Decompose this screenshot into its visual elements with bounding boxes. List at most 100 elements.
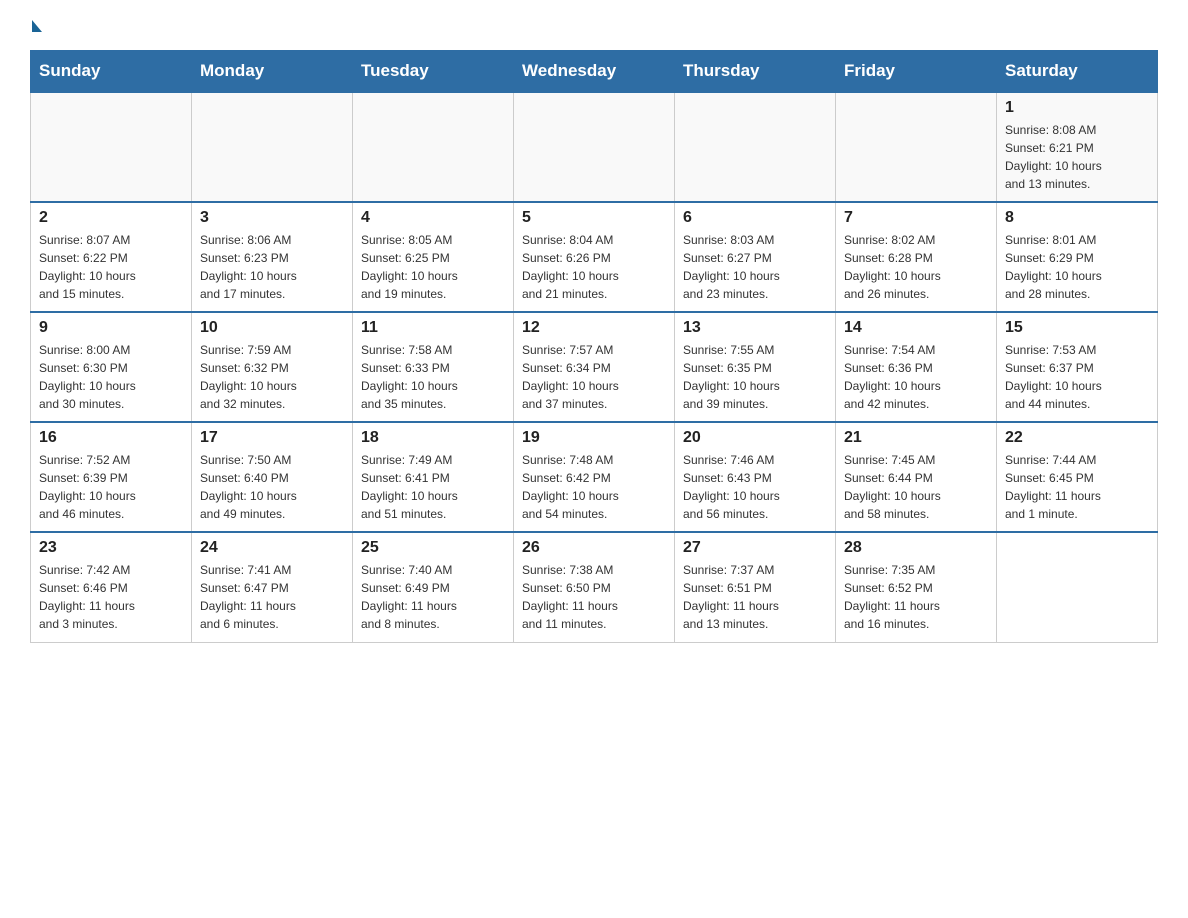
calendar-cell: [192, 92, 353, 202]
day-header-sunday: Sunday: [31, 51, 192, 93]
day-info: Sunrise: 8:00 AM Sunset: 6:30 PM Dayligh…: [39, 341, 183, 413]
day-info: Sunrise: 8:08 AM Sunset: 6:21 PM Dayligh…: [1005, 121, 1149, 193]
week-row-5: 23 Sunrise: 7:42 AM Sunset: 6:46 PM Dayli…: [31, 532, 1158, 642]
day-info: Sunrise: 7:46 AM Sunset: 6:43 PM Dayligh…: [683, 451, 827, 523]
calendar-cell: 21Sunrise: 7:45 AM Sunset: 6:44 PM Dayli…: [836, 422, 997, 532]
calendar-cell: 10 Sunrise: 7:59 AM Sunset: 6:32 PM Dayli…: [192, 312, 353, 422]
calendar-cell: 8 Sunrise: 8:01 AM Sunset: 6:29 PM Daylig…: [997, 202, 1158, 312]
week-row-4: 16 Sunrise: 7:52 AM Sunset: 6:39 PM Dayli…: [31, 422, 1158, 532]
calendar-cell: 24Sunrise: 7:41 AM Sunset: 6:47 PM Dayli…: [192, 532, 353, 642]
day-number: 1: [1005, 99, 1149, 117]
day-info: Sunrise: 7:53 AM Sunset: 6:37 PM Dayligh…: [1005, 341, 1149, 413]
calendar-cell: 14 Sunrise: 7:54 AM Sunset: 6:36 PM Dayli…: [836, 312, 997, 422]
calendar-cell: [31, 92, 192, 202]
day-info: Sunrise: 8:02 AM Sunset: 6:28 PM Dayligh…: [844, 231, 988, 303]
day-info: Sunrise: 7:57 AM Sunset: 6:34 PM Dayligh…: [522, 341, 666, 413]
calendar-cell: [997, 532, 1158, 642]
day-info: Sunrise: 7:44 AM Sunset: 6:45 PM Dayligh…: [1005, 451, 1149, 523]
day-header-tuesday: Tuesday: [353, 51, 514, 93]
day-info: Sunrise: 8:07 AM Sunset: 6:22 PM Dayligh…: [39, 231, 183, 303]
calendar-cell: 26 Sunrise: 7:38 AM Sunset: 6:50 PM Dayli…: [514, 532, 675, 642]
calendar-cell: 4 Sunrise: 8:05 AM Sunset: 6:25 PM Daylig…: [353, 202, 514, 312]
day-number: 28: [844, 539, 988, 557]
day-info: Sunrise: 7:42 AM Sunset: 6:46 PM Dayligh…: [39, 561, 183, 633]
calendar-cell: 9 Sunrise: 8:00 AM Sunset: 6:30 PM Daylig…: [31, 312, 192, 422]
day-number: 26: [522, 539, 666, 557]
day-info: Sunrise: 7:50 AM Sunset: 6:40 PM Dayligh…: [200, 451, 344, 523]
calendar-cell: 16 Sunrise: 7:52 AM Sunset: 6:39 PM Dayli…: [31, 422, 192, 532]
calendar-cell: 15 Sunrise: 7:53 AM Sunset: 6:37 PM Dayli…: [997, 312, 1158, 422]
day-info: Sunrise: 7:58 AM Sunset: 6:33 PM Dayligh…: [361, 341, 505, 413]
calendar-cell: 17 Sunrise: 7:50 AM Sunset: 6:40 PM Dayli…: [192, 422, 353, 532]
day-number: 4: [361, 209, 505, 227]
week-row-2: 2 Sunrise: 8:07 AM Sunset: 6:22 PM Daylig…: [31, 202, 1158, 312]
day-number: 25: [361, 539, 505, 557]
day-number: 14: [844, 319, 988, 337]
calendar-cell: 20 Sunrise: 7:46 AM Sunset: 6:43 PM Dayli…: [675, 422, 836, 532]
calendar-cell: 27 Sunrise: 7:37 AM Sunset: 6:51 PM Dayli…: [675, 532, 836, 642]
day-number: 16: [39, 429, 183, 447]
day-info: Sunrise: 7:40 AM Sunset: 6:49 PM Dayligh…: [361, 561, 505, 633]
day-number: 9: [39, 319, 183, 337]
calendar-table: SundayMondayTuesdayWednesdayThursdayFrid…: [30, 50, 1158, 643]
day-number: 11: [361, 319, 505, 337]
calendar-cell: [514, 92, 675, 202]
day-info: Sunrise: 7:35 AM Sunset: 6:52 PM Dayligh…: [844, 561, 988, 633]
day-number: 7: [844, 209, 988, 227]
day-header-wednesday: Wednesday: [514, 51, 675, 93]
day-number: 27: [683, 539, 827, 557]
calendar-cell: 3 Sunrise: 8:06 AM Sunset: 6:23 PM Daylig…: [192, 202, 353, 312]
day-number: 22: [1005, 429, 1149, 447]
day-number: 21: [844, 429, 988, 447]
day-number: 2: [39, 209, 183, 227]
day-number: 19: [522, 429, 666, 447]
calendar-cell: [836, 92, 997, 202]
day-info: Sunrise: 8:05 AM Sunset: 6:25 PM Dayligh…: [361, 231, 505, 303]
day-info: Sunrise: 8:06 AM Sunset: 6:23 PM Dayligh…: [200, 231, 344, 303]
day-header-thursday: Thursday: [675, 51, 836, 93]
day-number: 6: [683, 209, 827, 227]
day-header-saturday: Saturday: [997, 51, 1158, 93]
calendar-cell: 2 Sunrise: 8:07 AM Sunset: 6:22 PM Daylig…: [31, 202, 192, 312]
day-info: Sunrise: 8:01 AM Sunset: 6:29 PM Dayligh…: [1005, 231, 1149, 303]
day-number: 10: [200, 319, 344, 337]
calendar-cell: 12Sunrise: 7:57 AM Sunset: 6:34 PM Dayli…: [514, 312, 675, 422]
day-info: Sunrise: 7:38 AM Sunset: 6:50 PM Dayligh…: [522, 561, 666, 633]
day-number: 23: [39, 539, 183, 557]
calendar-cell: 23 Sunrise: 7:42 AM Sunset: 6:46 PM Dayli…: [31, 532, 192, 642]
logo-arrow-icon: [32, 20, 42, 32]
day-number: 18: [361, 429, 505, 447]
day-number: 3: [200, 209, 344, 227]
week-row-3: 9 Sunrise: 8:00 AM Sunset: 6:30 PM Daylig…: [31, 312, 1158, 422]
day-number: 13: [683, 319, 827, 337]
day-info: Sunrise: 7:37 AM Sunset: 6:51 PM Dayligh…: [683, 561, 827, 633]
calendar-cell: 25 Sunrise: 7:40 AM Sunset: 6:49 PM Dayli…: [353, 532, 514, 642]
calendar-cell: 7 Sunrise: 8:02 AM Sunset: 6:28 PM Daylig…: [836, 202, 997, 312]
day-number: 20: [683, 429, 827, 447]
day-info: Sunrise: 7:59 AM Sunset: 6:32 PM Dayligh…: [200, 341, 344, 413]
logo: [30, 20, 42, 30]
day-number: 5: [522, 209, 666, 227]
day-info: Sunrise: 7:41 AM Sunset: 6:47 PM Dayligh…: [200, 561, 344, 633]
calendar-cell: 22 Sunrise: 7:44 AM Sunset: 6:45 PM Dayli…: [997, 422, 1158, 532]
day-info: Sunrise: 7:54 AM Sunset: 6:36 PM Dayligh…: [844, 341, 988, 413]
day-headers-row: SundayMondayTuesdayWednesdayThursdayFrid…: [31, 51, 1158, 93]
day-info: Sunrise: 8:04 AM Sunset: 6:26 PM Dayligh…: [522, 231, 666, 303]
calendar-cell: [675, 92, 836, 202]
calendar-cell: 1 Sunrise: 8:08 AM Sunset: 6:21 PM Daylig…: [997, 92, 1158, 202]
day-header-friday: Friday: [836, 51, 997, 93]
day-info: Sunrise: 7:49 AM Sunset: 6:41 PM Dayligh…: [361, 451, 505, 523]
calendar-cell: 13 Sunrise: 7:55 AM Sunset: 6:35 PM Dayli…: [675, 312, 836, 422]
day-number: 17: [200, 429, 344, 447]
day-info: Sunrise: 7:55 AM Sunset: 6:35 PM Dayligh…: [683, 341, 827, 413]
calendar-cell: 5 Sunrise: 8:04 AM Sunset: 6:26 PM Daylig…: [514, 202, 675, 312]
day-number: 8: [1005, 209, 1149, 227]
day-info: Sunrise: 7:48 AM Sunset: 6:42 PM Dayligh…: [522, 451, 666, 523]
week-row-1: 1 Sunrise: 8:08 AM Sunset: 6:21 PM Daylig…: [31, 92, 1158, 202]
day-header-monday: Monday: [192, 51, 353, 93]
calendar-cell: 19 Sunrise: 7:48 AM Sunset: 6:42 PM Dayli…: [514, 422, 675, 532]
calendar-cell: 28 Sunrise: 7:35 AM Sunset: 6:52 PM Dayli…: [836, 532, 997, 642]
page-header: [30, 20, 1158, 30]
day-number: 15: [1005, 319, 1149, 337]
day-info: Sunrise: 7:52 AM Sunset: 6:39 PM Dayligh…: [39, 451, 183, 523]
